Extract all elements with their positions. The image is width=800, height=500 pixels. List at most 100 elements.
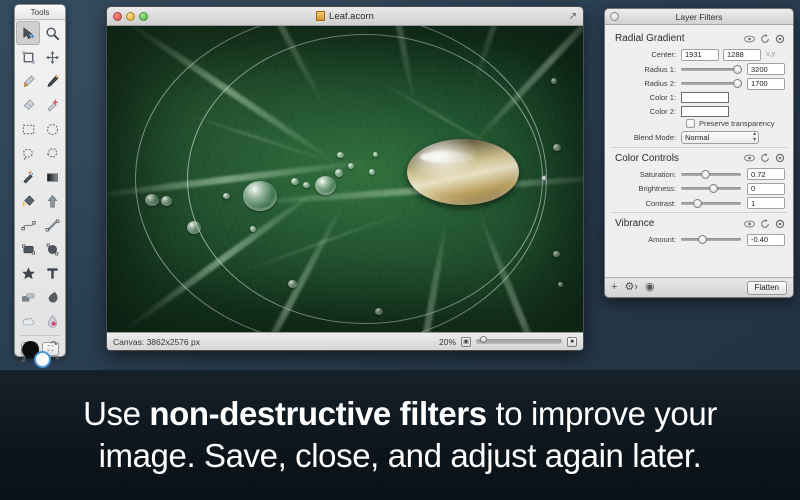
amount-knob[interactable] [698,235,707,244]
canvas-label: Canvas: [113,336,145,347]
tool-gradient-tool[interactable] [40,165,64,189]
fit-window-icon[interactable]: ▣ [461,336,471,347]
canvas-size-value: 3862x2576 px [146,336,200,347]
tool-zoom-tool[interactable] [40,21,64,45]
tool-blood-drop-tool[interactable] [40,309,64,333]
expand-icon[interactable]: ↗ [569,11,577,22]
color-1-swatch[interactable] [681,92,729,103]
section-header-vibrance: Vibrance [605,214,793,231]
layer-filters-footer: + ⚙› ◉ Flatten [605,277,793,297]
zoom-slider[interactable] [476,336,562,344]
label-contrast: Contrast: [645,198,676,208]
tool-clone-stamp-tool[interactable] [16,165,40,189]
preserve-transparency-checkbox[interactable] [686,119,695,128]
radius-1-track [681,67,741,71]
amount-track [681,238,741,241]
section-icons-radial-gradient [744,33,785,44]
minimize-button[interactable] [126,11,135,21]
actual-size-icon[interactable]: ■ [567,336,577,347]
caption-line-1-pre: Use [83,395,150,432]
tool-bezier-pen-tool[interactable] [16,213,40,237]
image-canvas[interactable] [107,26,583,332]
reset-icon[interactable] [760,33,770,44]
default-colors-icon[interactable]: ◢ [20,355,25,363]
brightness-field[interactable]: 0 [747,182,785,195]
gear-icon[interactable] [775,219,785,229]
radius-2-field[interactable]: 1700 [747,77,785,90]
radius-2-knob[interactable] [733,79,742,88]
radius-1-field[interactable]: 3200 [747,63,785,75]
image-window-titlebar[interactable]: Leaf.acorn ↗ [107,7,583,26]
contrast-field[interactable]: 1 [747,197,785,209]
tool-pencil-tool[interactable] [40,69,64,93]
zoom-button[interactable] [139,11,148,21]
tool-rectangular-marquee-tool[interactable] [16,117,40,141]
color-2-swatch[interactable] [681,105,729,117]
tool-polygon-lasso-tool[interactable] [40,141,64,165]
tool-paintbrush-tool[interactable] [16,69,40,93]
tool-crop-tool[interactable] [16,45,40,69]
contrast-knob[interactable] [693,198,702,208]
tool-burn-tool[interactable] [16,285,40,309]
radius-1-knob[interactable] [733,64,742,74]
tools-grid [16,20,64,333]
center-x-field[interactable]: 1931 [681,48,719,61]
brightness-slider[interactable] [681,183,741,195]
center-y-field[interactable]: 1288 [723,48,761,61]
eye-icon[interactable] [744,35,755,43]
section-title-vibrance: Vibrance [615,218,655,229]
tool-pan-tool[interactable] [40,45,64,69]
row-center: Center: 1931 1288 x,y [605,48,785,61]
swap-colors-icon[interactable]: ↷ [50,339,58,350]
eyedropper-icon[interactable]: ✦ [54,354,61,363]
tool-eraser-tool[interactable] [16,93,40,117]
add-filter-icon[interactable]: + [611,282,617,293]
action-gear-icon[interactable]: ⚙› [624,282,638,293]
tool-magic-wand-tool[interactable] [40,93,64,117]
saturation-knob[interactable] [701,169,710,179]
image-window: Leaf.acorn ↗ Canvas: 3862x2576 px 20% ▣ … [106,6,584,351]
reset-icon[interactable] [760,218,770,229]
contrast-slider[interactable] [681,197,741,209]
tool-ellipse-shape-tool[interactable] [40,237,64,261]
close-button[interactable] [113,11,122,21]
gear-icon[interactable] [775,34,785,44]
eye-icon[interactable] [744,154,755,162]
caption-banner: Use non-destructive filters to improve y… [0,370,800,500]
tool-line-tool[interactable] [40,213,64,237]
layer-filters-titlebar[interactable]: Layer Filters [605,9,793,25]
row-radius-2: Radius 2: 1700 [605,77,785,90]
tool-star-shape-tool[interactable] [16,261,40,285]
label-brightness: Brightness: [638,184,676,193]
tool-smudge-tool[interactable] [40,285,64,309]
row-preserve-transparency: Preserve transparency [605,119,785,128]
zoom-slider-knob[interactable] [480,336,487,343]
radius-1-slider[interactable] [681,63,742,75]
saturation-field[interactable]: 0.72 [747,168,785,180]
canvas-size-group: Canvas: 3862x2576 px [113,337,434,347]
eye-icon[interactable] [744,220,755,228]
tool-move-select-tool[interactable] [16,21,40,45]
center-xy-suffix: x,y [766,51,775,58]
row-color-1: Color 1: [605,92,785,103]
tool-elliptical-marquee-tool[interactable] [40,117,64,141]
tool-arrow-shape-tool[interactable] [40,189,64,213]
saturation-slider[interactable] [681,168,741,180]
layer-filters-title: Layer Filters [675,11,723,22]
amount-slider[interactable] [681,234,741,246]
brightness-knob[interactable] [709,184,718,193]
reset-icon[interactable] [760,153,770,163]
tool-paint-bucket-tool[interactable] [16,189,40,213]
tool-cloud-tool[interactable] [16,309,40,333]
gear-icon[interactable] [775,153,785,163]
radius-2-slider[interactable] [681,78,742,90]
row-radius-1: Radius 1: 3200 [605,63,785,75]
background-color-well[interactable] [34,351,51,369]
tool-text-tool[interactable] [40,261,64,285]
tool-lasso-tool[interactable] [16,141,40,165]
flatten-button[interactable]: Flatten [746,280,787,295]
preview-icon[interactable]: ◉ [645,282,655,293]
tool-rectangle-shape-tool[interactable] [16,237,40,261]
blend-mode-popup[interactable]: Normal ▴ ▾ [681,130,759,144]
amount-field[interactable]: -0.40 [747,233,785,246]
